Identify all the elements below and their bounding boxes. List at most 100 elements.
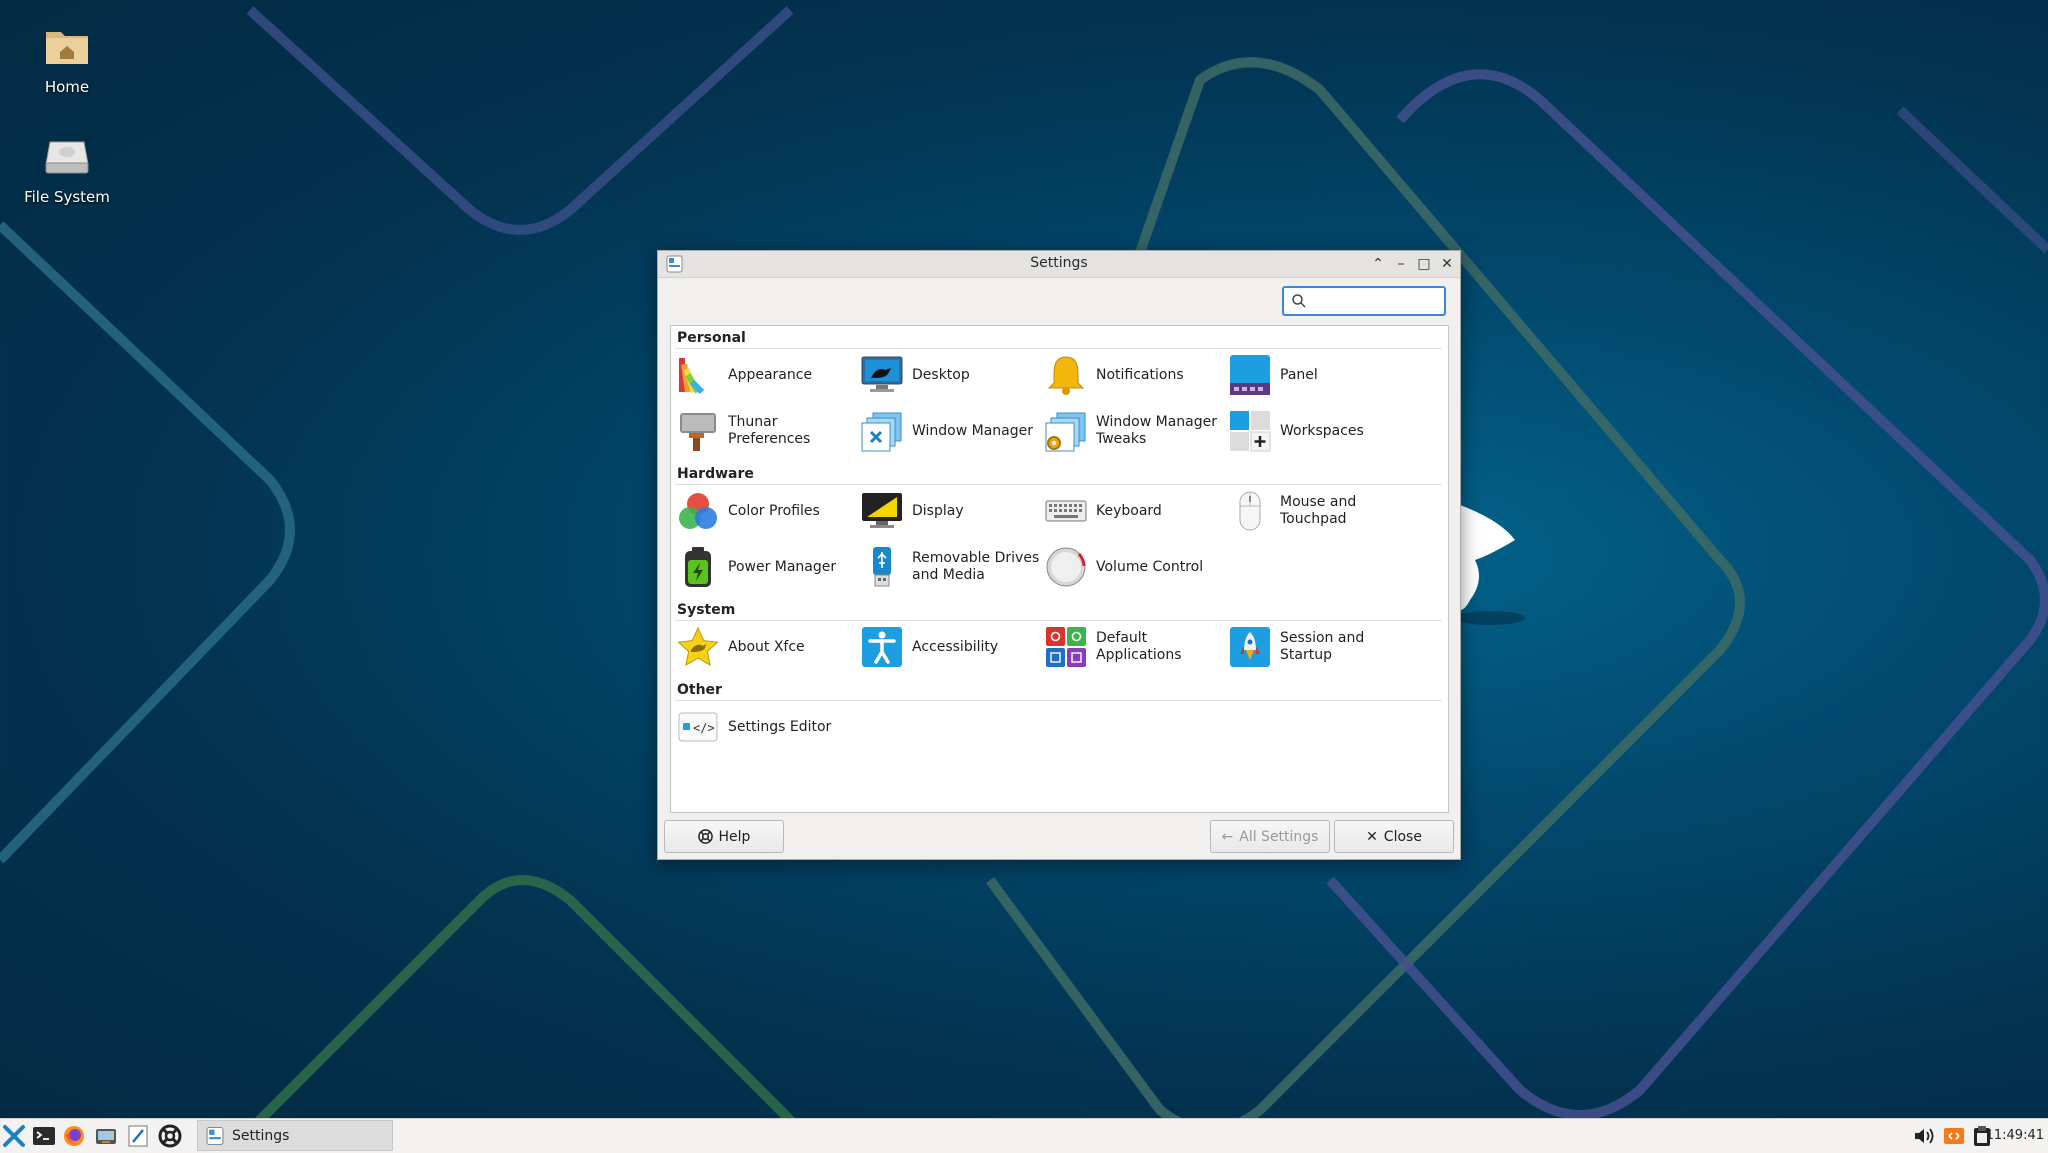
desktop-icon [861,356,903,392]
settings-item-label: Display [912,502,964,519]
network-icon[interactable] [1942,1124,1966,1148]
settings-item-session-and-startup[interactable]: Session and Startup [1223,622,1407,672]
settings-item-display[interactable]: Display [855,486,1039,536]
section-title-hardware: Hardware [677,466,754,482]
volume-icon[interactable] [1912,1124,1936,1148]
wm-tweaks-icon [1045,412,1086,452]
settings-item-label: Window Manager [912,422,1034,439]
taskbar-window-label: Settings [232,1128,290,1144]
default-apps-icon [1046,627,1086,667]
usb-drive-icon [873,547,891,587]
desktop-icon-label: Home [44,78,90,96]
settings-item-appearance[interactable]: Appearance [671,350,855,400]
section-divider [675,700,1442,701]
all-settings-button-label: All Settings [1239,828,1319,845]
rocket-icon [1230,627,1270,667]
appearance-icon [679,358,705,395]
settings-item-label: Volume Control [1096,558,1204,575]
settings-item-settings-editor[interactable]: </> Settings Editor [671,702,855,752]
xfce-mouse-logo [1455,505,1525,625]
settings-item-accessibility[interactable]: Accessibility [855,622,1039,672]
color-profiles-icon [679,493,717,529]
text-editor-icon[interactable] [126,1124,150,1148]
settings-item-label: Workspaces [1280,422,1364,439]
settings-app-icon [206,1127,224,1145]
close-window-button[interactable]: ✕ [1437,254,1457,274]
settings-item-window-manager-tweaks[interactable]: Window Manager Tweaks [1039,406,1223,456]
settings-item-label: Removable Drives and Media [912,550,1040,583]
battery-icon [685,547,711,587]
section-title-personal: Personal [677,330,746,346]
settings-item-label: Window Manager Tweaks [1096,414,1218,447]
home-folder-icon [46,32,88,64]
terminal-icon[interactable] [32,1124,56,1148]
settings-item-notifications[interactable]: Notifications [1039,350,1223,400]
shade-button[interactable]: ⌃ [1368,254,1388,274]
code-icon: </> [678,712,718,742]
section-title-system: System [677,602,736,618]
settings-item-color-profiles[interactable]: Color Profiles [671,486,855,536]
accessibility-icon [862,627,902,667]
desktop-icon-home[interactable]: Home [7,22,127,96]
close-icon: ✕ [1366,828,1378,845]
settings-item-label: Keyboard [1096,502,1162,519]
settings-item-power-manager[interactable]: Power Manager [671,542,855,592]
settings-item-workspaces[interactable]: Workspaces [1223,406,1407,456]
panel-icon [1230,355,1270,395]
section-divider [675,484,1442,485]
volume-knob-icon [1046,547,1086,587]
star-icon [677,626,719,666]
firefox-icon[interactable] [62,1124,86,1148]
all-settings-button[interactable]: ← All Settings [1210,820,1330,853]
settings-item-label: Settings Editor [728,718,832,735]
hard-drive-icon [45,141,89,174]
settings-item-label: About Xfce [728,638,805,655]
help-button[interactable]: Help [664,820,784,853]
workspaces-icon [1230,411,1271,452]
title-bar[interactable]: Settings ⌃ – □ ✕ [658,251,1460,278]
desktop-icon-file-system[interactable]: File System [7,132,127,206]
settings-item-about-xfce[interactable]: About Xfce [671,622,855,672]
settings-item-label: Power Manager [728,558,837,575]
svg-text:</>: </> [693,721,715,735]
section-title-other: Other [677,682,722,698]
xfce-menu-icon[interactable] [2,1124,26,1148]
settings-item-thunar-preferences[interactable]: Thunar Preferences [671,406,855,456]
settings-item-label: Appearance [728,366,813,383]
settings-item-label: Notifications [1096,366,1184,383]
file-manager-icon[interactable] [94,1124,118,1148]
settings-item-desktop[interactable]: Desktop [855,350,1039,400]
back-arrow-icon: ← [1221,828,1234,845]
settings-item-label: Default Applications [1096,630,1182,663]
keyboard-icon [1045,500,1087,522]
help-lifebuoy-icon[interactable] [158,1124,182,1148]
settings-item-label: Mouse and Touchpad [1280,494,1357,527]
settings-item-volume-control[interactable]: Volume Control [1039,542,1223,592]
minimize-button[interactable]: – [1391,254,1411,274]
close-button-label: Close [1383,828,1422,845]
settings-item-mouse-and-touchpad[interactable]: Mouse and Touchpad [1223,486,1407,536]
search-input[interactable] [1310,292,1444,312]
close-button[interactable]: ✕ Close [1334,820,1454,853]
settings-item-default-applications[interactable]: Default Applications [1039,622,1223,672]
settings-item-panel[interactable]: Panel [1223,350,1407,400]
taskbar-window-settings[interactable]: Settings [197,1120,393,1151]
settings-item-label: Panel [1280,366,1318,383]
section-divider [675,348,1442,349]
bell-icon [1047,356,1085,395]
settings-content: Personal Appearance Desktop Notification… [670,325,1449,813]
settings-item-label: Accessibility [912,638,999,655]
search-box[interactable] [1282,286,1446,316]
desktop-icon-label: File System [24,188,110,206]
window-manager-icon [861,412,902,452]
settings-item-window-manager[interactable]: Window Manager [855,406,1039,456]
maximize-button[interactable]: □ [1414,254,1434,274]
settings-item-removable-drives[interactable]: Removable Drives and Media [855,542,1039,592]
clock[interactable]: 11:49:41 [1986,1128,2044,1143]
thunar-icon [680,413,716,451]
section-divider [675,620,1442,621]
search-icon [1292,294,1306,308]
settings-item-keyboard[interactable]: Keyboard [1039,486,1223,536]
window-title: Settings [1030,255,1088,271]
settings-item-label: Thunar Preferences [728,414,811,447]
